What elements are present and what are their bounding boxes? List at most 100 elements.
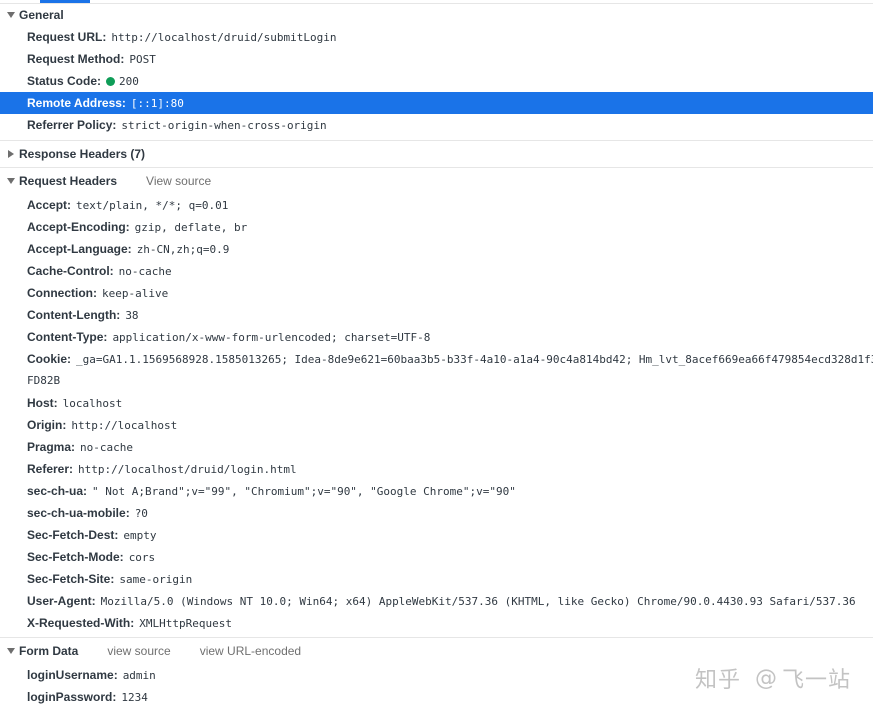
header-value: gzip, deflate, br: [134, 221, 248, 234]
expanded-triangle-icon: [7, 648, 15, 654]
header-row-remote-address[interactable]: Remote Address: [::1]:80: [0, 92, 873, 114]
header-key: Request URL:: [27, 30, 107, 44]
watermark-author: 飞一站: [781, 668, 851, 693]
header-value: localhost: [62, 397, 123, 410]
header-key: Sec-Fetch-Mode:: [27, 550, 124, 564]
header-value: 200: [119, 75, 139, 88]
header-value: same-origin: [119, 573, 193, 586]
header-row-user-agent[interactable]: User-Agent: Mozilla/5.0 (Windows NT 10.0;…: [0, 590, 873, 612]
header-value: Mozilla/5.0 (Windows NT 10.0; Win64; x64…: [100, 595, 856, 608]
header-row-referrer-policy[interactable]: Referrer Policy: strict-origin-when-cross…: [0, 114, 873, 136]
expanded-triangle-icon: [7, 178, 15, 184]
header-value: [::1]:80: [130, 97, 184, 110]
header-key: Cookie:: [27, 352, 72, 366]
header-key: Content-Type:: [27, 330, 108, 344]
header-value: _ga=GA1.1.1569568928.1585013265; Idea-8d…: [76, 353, 873, 366]
form-key: loginPassword:: [27, 690, 117, 704]
watermark-at: @: [754, 665, 778, 691]
header-value: strict-origin-when-cross-origin: [121, 119, 327, 132]
header-value: XMLHttpRequest: [139, 617, 232, 630]
watermark: 知乎 @ 飞一站: [695, 662, 851, 694]
view-source-link[interactable]: view source: [107, 638, 170, 664]
header-row-origin[interactable]: Origin: http://localhost: [0, 414, 873, 436]
header-value: POST: [129, 53, 156, 66]
header-row-pragma[interactable]: Pragma: no-cache: [0, 436, 873, 458]
header-row-status-code[interactable]: Status Code: 200: [0, 70, 873, 92]
header-value: empty: [123, 529, 157, 542]
header-value: no-cache: [80, 441, 134, 454]
header-row-content-type[interactable]: Content-Type: application/x-www-form-urle…: [0, 326, 873, 348]
header-key: Pragma:: [27, 440, 76, 454]
response-headers-title: Response Headers (7): [19, 147, 146, 161]
header-row-content-length[interactable]: Content-Length: 38: [0, 304, 873, 326]
header-value: http://localhost: [71, 419, 178, 432]
header-row-connection[interactable]: Connection: keep-alive: [0, 282, 873, 304]
header-value: " Not A;Brand";v="99", "Chromium";v="90"…: [92, 485, 516, 498]
header-key: X-Requested-With:: [27, 616, 135, 630]
view-url-encoded-link[interactable]: view URL-encoded: [200, 638, 301, 664]
request-headers-section: Request Headers View source Accept: text/…: [0, 168, 873, 638]
header-key: Remote Address:: [27, 96, 126, 110]
header-value: cors: [128, 551, 156, 564]
header-key: Host:: [27, 396, 58, 410]
header-value: no-cache: [118, 265, 172, 278]
response-headers-section: Response Headers (7): [0, 141, 873, 168]
form-data-header[interactable]: Form Data view source view URL-encoded: [0, 638, 873, 664]
header-row-referer[interactable]: Referer: http://localhost/druid/login.htm…: [0, 458, 873, 480]
cookie-line: Cookie: _ga=GA1.1.1569568928.1585013265; …: [27, 348, 873, 370]
watermark-brand: 知乎: [694, 668, 741, 693]
header-row-sec-ch-ua[interactable]: sec-ch-ua: " Not A;Brand";v="99", "Chromi…: [0, 480, 873, 502]
header-key: Content-Length:: [27, 308, 121, 322]
header-key: Referer:: [27, 462, 74, 476]
header-key: Referrer Policy:: [27, 118, 117, 132]
response-headers-header[interactable]: Response Headers (7): [0, 141, 873, 167]
header-row-cache-control[interactable]: Cache-Control: no-cache: [0, 260, 873, 282]
form-key: loginUsername:: [27, 668, 118, 682]
header-key: Accept-Language:: [27, 242, 132, 256]
header-value: http://localhost/druid/submitLogin: [111, 31, 337, 44]
header-row-sec-fetch-mode[interactable]: Sec-Fetch-Mode: cors: [0, 546, 873, 568]
header-row-request-method[interactable]: Request Method: POST: [0, 48, 873, 70]
header-value: 38: [125, 309, 139, 322]
header-row-x-requested-with[interactable]: X-Requested-With: XMLHttpRequest: [0, 612, 873, 634]
header-value-continuation: FD82B: [27, 374, 61, 387]
header-row-request-url[interactable]: Request URL: http://localhost/druid/submi…: [0, 26, 873, 48]
header-key: Connection:: [27, 286, 97, 300]
header-row-sec-ch-ua-mobile[interactable]: sec-ch-ua-mobile: ?0: [0, 502, 873, 524]
header-key: Sec-Fetch-Site:: [27, 572, 115, 586]
header-row-cookie[interactable]: Cookie: _ga=GA1.1.1569568928.1585013265; …: [0, 348, 873, 392]
header-value: http://localhost/druid/login.html: [78, 463, 297, 476]
devtools-tab-strip: [0, 0, 873, 4]
request-headers-header[interactable]: Request Headers View source: [0, 168, 873, 194]
header-key: Request Method:: [27, 52, 125, 66]
general-title: General: [19, 8, 64, 22]
form-data-title: Form Data: [19, 644, 79, 658]
header-value: text/plain, */*; q=0.01: [76, 199, 229, 212]
general-header[interactable]: General: [0, 4, 873, 26]
header-key: Accept:: [27, 198, 72, 212]
header-row-sec-fetch-dest[interactable]: Sec-Fetch-Dest: empty: [0, 524, 873, 546]
header-key: Accept-Encoding:: [27, 220, 130, 234]
form-value: 1234: [121, 691, 148, 704]
header-key: sec-ch-ua:: [27, 484, 88, 498]
header-row-accept[interactable]: Accept: text/plain, */*; q=0.01: [0, 194, 873, 216]
header-key: sec-ch-ua-mobile:: [27, 506, 130, 520]
header-value: zh-CN,zh;q=0.9: [136, 243, 230, 256]
header-key: Status Code:: [27, 74, 102, 88]
header-row-host[interactable]: Host: localhost: [0, 392, 873, 414]
header-row-sec-fetch-site[interactable]: Sec-Fetch-Site: same-origin: [0, 568, 873, 590]
view-source-link[interactable]: View source: [146, 168, 211, 194]
collapsed-triangle-icon: [8, 150, 14, 158]
header-value: application/x-www-form-urlencoded; chars…: [112, 331, 431, 344]
header-row-accept-encoding[interactable]: Accept-Encoding: gzip, deflate, br: [0, 216, 873, 238]
header-value: ?0: [134, 507, 148, 520]
expanded-triangle-icon: [7, 12, 15, 18]
header-key: Cache-Control:: [27, 264, 114, 278]
header-row-accept-language[interactable]: Accept-Language: zh-CN,zh;q=0.9: [0, 238, 873, 260]
request-headers-title: Request Headers: [19, 174, 118, 188]
header-value: keep-alive: [102, 287, 169, 300]
header-key: Sec-Fetch-Dest:: [27, 528, 119, 542]
header-key: Origin:: [27, 418, 67, 432]
